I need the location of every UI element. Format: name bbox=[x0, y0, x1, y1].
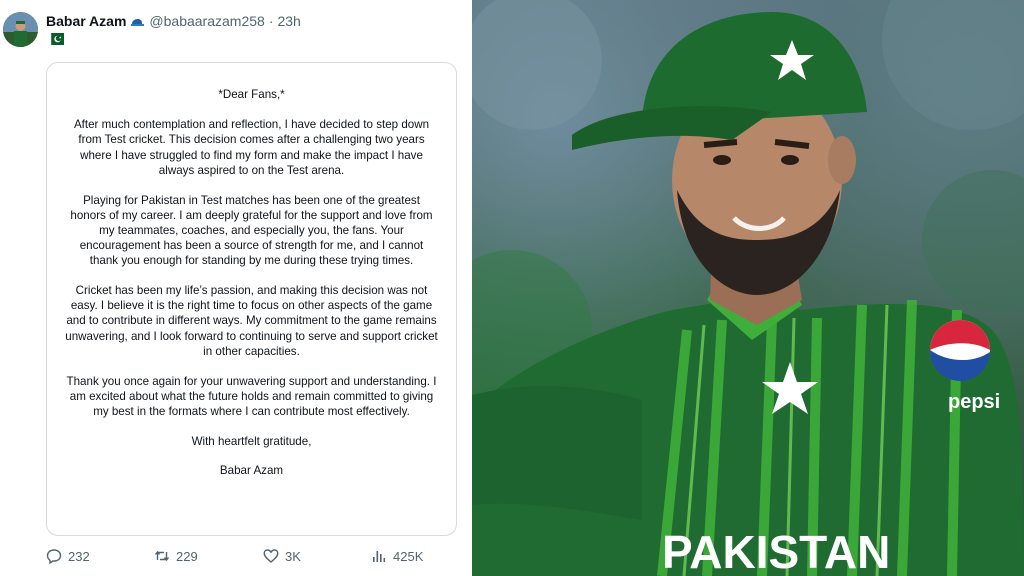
player-photo: pepsi PAKISTAN bbox=[472, 0, 1024, 576]
views-button[interactable]: 425K bbox=[371, 547, 423, 565]
tweet-panel: Babar Azam @babaarazam258 · 23h *Dear Fa… bbox=[0, 0, 472, 576]
reply-button[interactable]: 232 bbox=[46, 547, 90, 565]
pakistan-flag-icon bbox=[47, 33, 64, 45]
letter-image[interactable]: *Dear Fans,* After much contemplation an… bbox=[46, 62, 457, 536]
like-button[interactable]: 3K bbox=[263, 547, 301, 565]
letter-paragraph: Cricket has been my life’s passion, and … bbox=[65, 284, 438, 358]
like-count: 3K bbox=[285, 548, 301, 564]
avatar-image bbox=[3, 12, 38, 47]
reply-count: 232 bbox=[68, 548, 90, 564]
tweet-actions: 232 229 3K 425K bbox=[46, 547, 446, 565]
display-name[interactable]: Babar Azam bbox=[46, 13, 126, 29]
timestamp[interactable]: 23h bbox=[277, 13, 300, 29]
separator-dot: · bbox=[268, 13, 274, 29]
letter-signature: Babar Azam bbox=[219, 464, 284, 478]
cricket-cap-icon bbox=[130, 15, 145, 28]
letter-paragraph: After much contemplation and reflection,… bbox=[73, 118, 430, 177]
avatar[interactable] bbox=[3, 12, 38, 47]
user-handle[interactable]: @babaarazam258 bbox=[149, 13, 264, 29]
reply-icon bbox=[46, 549, 62, 564]
tweet-header: Babar Azam @babaarazam258 · 23h bbox=[46, 12, 301, 30]
player-illustration: pepsi PAKISTAN bbox=[472, 0, 1024, 576]
letter-paragraph: Playing for Pakistan in Test matches has… bbox=[70, 193, 433, 268]
letter-closing: With heartfelt gratitude, bbox=[191, 434, 312, 448]
sponsor-text: pepsi bbox=[948, 391, 1000, 413]
jersey-text: PAKISTAN bbox=[662, 526, 890, 576]
views-count: 425K bbox=[393, 548, 424, 564]
heart-icon bbox=[263, 549, 279, 563]
letter-salutation: *Dear Fans,* bbox=[218, 88, 285, 101]
views-bar-chart-icon bbox=[373, 551, 386, 562]
repost-icon bbox=[154, 550, 170, 562]
repost-count: 229 bbox=[176, 548, 198, 564]
letter-paragraph: Thank you once again for your unwavering… bbox=[66, 374, 437, 418]
repost-button[interactable]: 229 bbox=[154, 547, 198, 565]
